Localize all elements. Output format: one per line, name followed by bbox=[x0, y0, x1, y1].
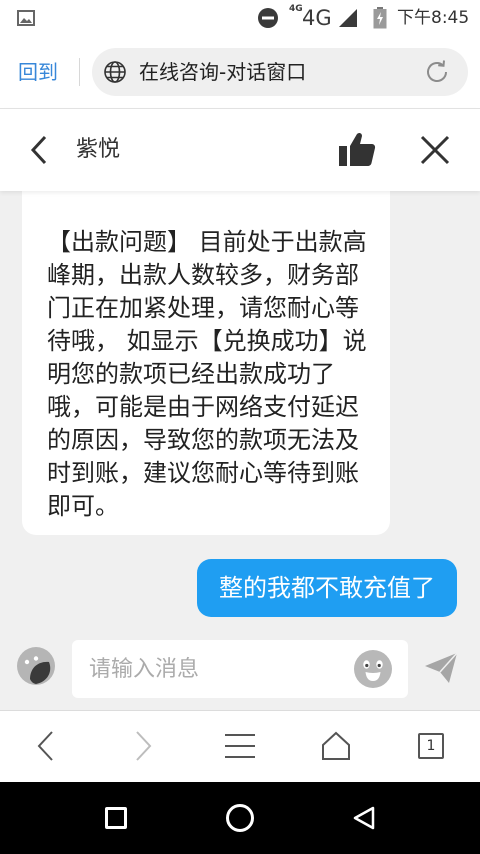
message-input[interactable] bbox=[72, 640, 342, 698]
agent-message-bubble: 【出款问题】 目前处于出款高 峰期，出款人数较多，财务部 门正在加紧处理，请您耐… bbox=[22, 191, 390, 535]
thumbs-up-icon[interactable] bbox=[338, 131, 376, 167]
address-field[interactable]: 在线咨询-对话窗口 bbox=[92, 48, 468, 96]
chat-avatar-icon[interactable] bbox=[16, 646, 56, 686]
message-line: 门正在加紧处理，请您耐心等 bbox=[47, 294, 359, 322]
system-nav-bar bbox=[0, 782, 480, 854]
chat-header: 紫悦 bbox=[0, 109, 480, 191]
send-icon[interactable] bbox=[423, 651, 459, 685]
emoji-icon[interactable] bbox=[353, 649, 393, 689]
message-line: 待哦， 如显示【兑换成功】说 bbox=[47, 327, 367, 355]
contact-name: 紫悦 bbox=[76, 137, 121, 162]
clock: 下午8:45 bbox=[397, 8, 470, 28]
gallery-icon bbox=[17, 10, 35, 26]
message-line: 明您的款项已经出款成功了 bbox=[47, 360, 335, 388]
divider bbox=[79, 58, 80, 86]
back-to-link[interactable]: 回到 bbox=[18, 36, 58, 108]
refresh-icon[interactable] bbox=[423, 58, 451, 86]
message-line: 峰期，出款人数较多，财务部 bbox=[47, 261, 359, 289]
home-icon[interactable] bbox=[226, 804, 254, 832]
recent-apps-icon[interactable] bbox=[105, 807, 127, 829]
forward-icon[interactable] bbox=[133, 730, 153, 762]
page-title: 在线咨询-对话窗口 bbox=[139, 60, 307, 84]
battery-charging-icon bbox=[373, 7, 387, 29]
message-line: 时到账，建议您耐心等待到账 bbox=[47, 459, 359, 487]
signal-icon bbox=[338, 8, 358, 28]
back-icon[interactable] bbox=[36, 730, 56, 762]
tabs-icon[interactable]: 1 bbox=[418, 733, 444, 759]
message-input-box bbox=[72, 640, 408, 698]
status-bar: 4G 4G 下午8:45 bbox=[0, 0, 480, 36]
network-type-small: 4G bbox=[289, 4, 303, 14]
back-icon[interactable] bbox=[352, 806, 376, 830]
chevron-left-icon[interactable] bbox=[28, 134, 52, 166]
message-line: 哦，可能是由于网络支付延迟 bbox=[47, 393, 359, 421]
chat-area[interactable]: 【出款问题】 目前处于出款高 峰期，出款人数较多，财务部 门正在加紧处理，请您耐… bbox=[0, 191, 480, 710]
user-message-bubble: 整的我都不敢充值了 bbox=[197, 559, 457, 617]
message-line: 的原因，导致您的款项无法及 bbox=[47, 426, 359, 454]
globe-icon bbox=[103, 60, 127, 84]
menu-icon[interactable] bbox=[224, 733, 256, 759]
browser-toolbar: 1 bbox=[0, 710, 480, 782]
close-icon[interactable] bbox=[420, 135, 450, 165]
message-line: 即可。 bbox=[47, 492, 119, 520]
message-line: 【出款问题】 目前处于出款高 bbox=[47, 228, 367, 256]
home-icon[interactable] bbox=[321, 731, 351, 761]
browser-address-bar: 回到 在线咨询-对话窗口 bbox=[0, 36, 480, 109]
network-type: 4G bbox=[302, 6, 332, 30]
do-not-disturb-icon bbox=[257, 7, 279, 29]
